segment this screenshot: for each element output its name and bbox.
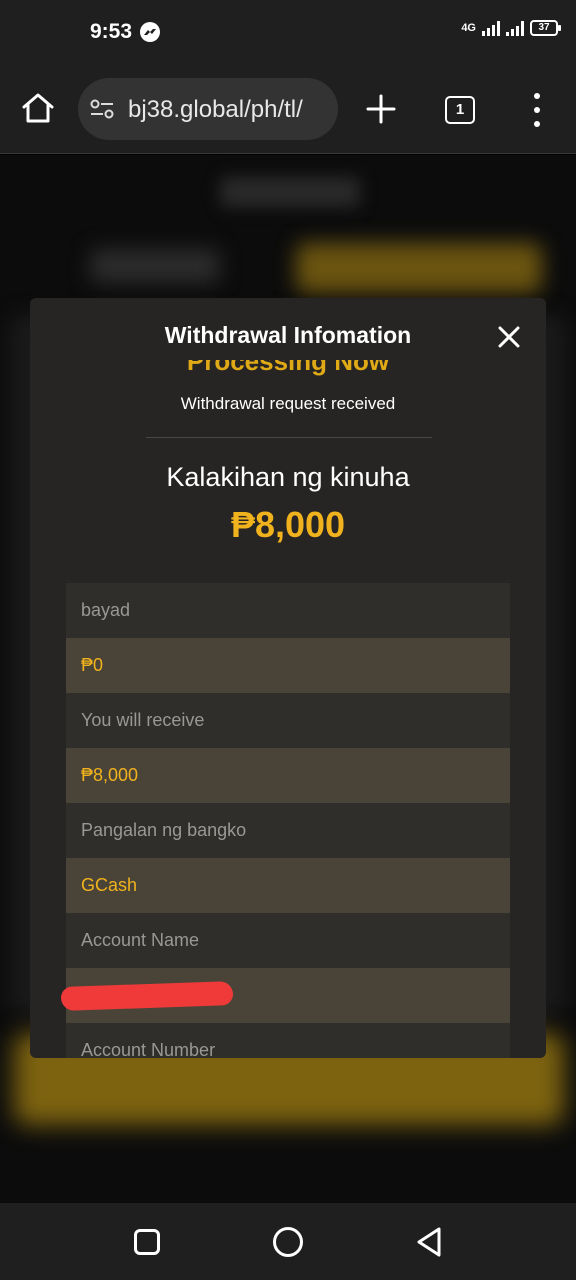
new-tab-icon[interactable] [364,92,398,126]
amount-label: Kalakihan ng kinuha [166,462,410,492]
system-nav-bar [0,1203,576,1280]
home-nav-icon[interactable] [273,1227,303,1257]
receive-label: You will receive [66,693,510,748]
network-type-label: 4G [461,22,476,34]
signal-icon-2 [506,20,524,36]
modal-title: Withdrawal Infomation [164,322,412,348]
account-name-label: Account Name [66,913,510,968]
fee-label: bayad [66,583,510,638]
account-name-value [60,968,510,1023]
recents-icon[interactable] [134,1229,160,1255]
amount-value: ₱8,000 [230,504,346,545]
messenger-icon [140,22,160,42]
url-text[interactable]: bj38.global/ph/tl/ [128,96,303,124]
account-number-label: Account Number [66,1023,510,1058]
status-text: Withdrawal request received [180,394,396,413]
close-icon[interactable] [496,324,522,350]
details-list: bayad ₱0 You will receive ₱8,000 Pangala… [60,583,510,1058]
status-time: 9:53 [90,20,133,43]
more-menu-icon[interactable] [528,93,546,127]
withdrawal-info-modal: Withdrawal Infomation Processing Now Wit… [30,298,546,1058]
status-bar: 9:53 4G 37 [0,0,576,66]
divider [146,437,432,438]
signal-icon [482,20,500,36]
bank-name-value: GCash [66,858,510,913]
bg-page-title [220,177,360,207]
status-indicators: 4G 37 [461,20,561,36]
redaction-mark [60,980,234,1011]
bg-tab [90,249,220,283]
fee-value: ₱0 [66,638,510,693]
processing-status: Processing Now [30,360,546,380]
receive-value: ₱8,000 [66,748,510,803]
browser-toolbar: bj38.global/ph/tl/ 1 [0,66,576,154]
home-icon[interactable] [20,90,56,126]
bank-name-label: Pangalan ng bangko [66,803,510,858]
bg-tab-active [296,243,542,293]
tab-switcher-button[interactable]: 1 [445,96,475,124]
battery-icon: 37 [530,20,561,36]
processing-text: Processing Now [186,360,390,376]
site-settings-icon[interactable] [90,98,114,120]
url-bar[interactable]: bj38.global/ph/tl/ [78,78,338,140]
back-icon[interactable] [414,1225,444,1259]
